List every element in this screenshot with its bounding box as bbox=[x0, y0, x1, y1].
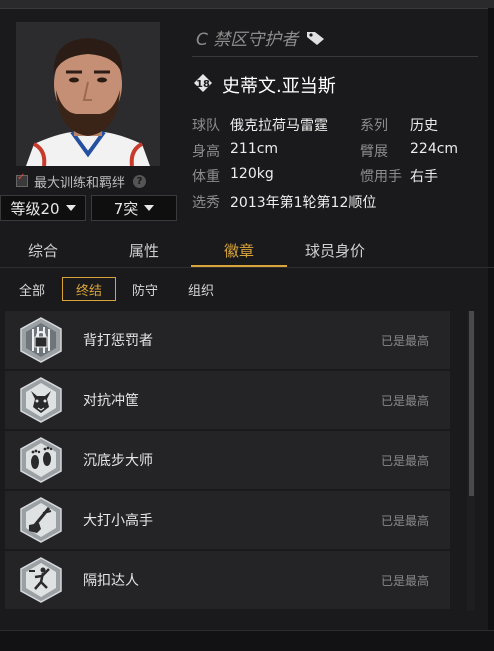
weight-label: 体重 bbox=[192, 169, 220, 185]
hand-holding-bar-icon bbox=[20, 497, 62, 543]
jersey-number-badge: 18 bbox=[194, 74, 212, 92]
badge-status: 已是最高 bbox=[381, 334, 430, 348]
top-bar bbox=[0, 0, 494, 9]
help-icon[interactable]: ? bbox=[133, 174, 147, 188]
prison-bars-lock-icon bbox=[20, 317, 62, 363]
series-label: 系列 bbox=[360, 118, 388, 134]
tag-icon[interactable] bbox=[306, 30, 326, 46]
player-portrait bbox=[16, 22, 160, 166]
subtab-playmaking[interactable]: 组织 bbox=[180, 277, 222, 301]
subtab-defense[interactable]: 防守 bbox=[124, 277, 166, 301]
level-dropdown[interactable]: 等级20 bbox=[0, 195, 86, 221]
max-train-checkbox[interactable] bbox=[16, 172, 28, 187]
footprints-icon bbox=[20, 437, 62, 483]
player-name: 史蒂文.亚当斯 bbox=[222, 76, 336, 97]
badge-name: 对抗冲筐 bbox=[83, 393, 139, 409]
height-label: 身高 bbox=[192, 144, 220, 160]
badge-name: 隔扣达人 bbox=[83, 573, 139, 589]
weight-value: 120kg bbox=[230, 166, 274, 182]
dog-head-icon bbox=[20, 377, 62, 423]
badge-row[interactable]: 隔扣达人 已是最高 bbox=[5, 551, 450, 609]
player-position: C 禁区守护者 bbox=[196, 25, 326, 50]
badge-row[interactable]: 大打小高手 已是最高 bbox=[5, 491, 450, 549]
badge-name: 背打惩罚者 bbox=[83, 333, 153, 349]
badge-status: 已是最高 bbox=[381, 514, 430, 528]
break-dropdown[interactable]: 7突 bbox=[91, 195, 177, 221]
max-train-toggle[interactable]: 最大训练和羁绊 ? bbox=[16, 172, 166, 191]
tab-badges[interactable]: 徽章 bbox=[191, 235, 287, 265]
chevron-down-icon bbox=[65, 205, 76, 211]
panel-edge bbox=[488, 8, 494, 638]
divider bbox=[192, 56, 478, 57]
tab-value[interactable]: 球员身价 bbox=[287, 235, 383, 265]
subtab-finishing[interactable]: 终结 bbox=[62, 277, 116, 301]
wingspan-value: 224cm bbox=[410, 141, 459, 157]
max-train-label: 最大训练和羁绊 bbox=[34, 175, 126, 191]
break-value: 7突 bbox=[113, 199, 139, 218]
team-value: 俄克拉荷马雷霆 bbox=[230, 118, 328, 134]
badge-status: 已是最高 bbox=[381, 394, 430, 408]
scrollbar-thumb[interactable] bbox=[469, 311, 474, 496]
badge-status: 已是最高 bbox=[381, 454, 430, 468]
draft-value: 2013年第1轮第12顺位 bbox=[230, 195, 377, 211]
hand-label: 惯用手 bbox=[360, 169, 402, 185]
svg-text:18: 18 bbox=[196, 79, 210, 90]
team-label: 球队 bbox=[192, 118, 220, 134]
badge-row[interactable]: 对抗冲筐 已是最高 bbox=[5, 371, 450, 429]
chevron-down-icon bbox=[144, 205, 155, 211]
tabs-divider bbox=[0, 267, 494, 268]
series-value: 历史 bbox=[410, 118, 438, 134]
badge-status: 已是最高 bbox=[381, 574, 430, 588]
position-label: C 禁区守护者 bbox=[196, 30, 299, 50]
bottom-bar bbox=[0, 630, 494, 651]
height-value: 211cm bbox=[230, 141, 279, 157]
tab-overview[interactable]: 综合 bbox=[0, 235, 86, 265]
hand-value: 右手 bbox=[410, 169, 438, 185]
badge-name: 沉底步大师 bbox=[83, 453, 153, 469]
badge-row[interactable]: 背打惩罚者 已是最高 bbox=[5, 311, 450, 369]
main-tabs: 综合 属性 徽章 球员身价 bbox=[0, 235, 494, 267]
wingspan-label: 臂展 bbox=[360, 144, 388, 160]
dunking-player-icon bbox=[20, 557, 62, 603]
badge-filter-tabs: 全部 终结 防守 组织 bbox=[0, 275, 494, 305]
badge-name: 大打小高手 bbox=[83, 513, 153, 529]
draft-label: 选秀 bbox=[192, 195, 220, 211]
tab-attributes[interactable]: 属性 bbox=[96, 235, 192, 265]
subtab-all[interactable]: 全部 bbox=[12, 277, 52, 301]
level-value: 等级20 bbox=[10, 199, 60, 218]
badge-row[interactable]: 沉底步大师 已是最高 bbox=[5, 431, 450, 489]
